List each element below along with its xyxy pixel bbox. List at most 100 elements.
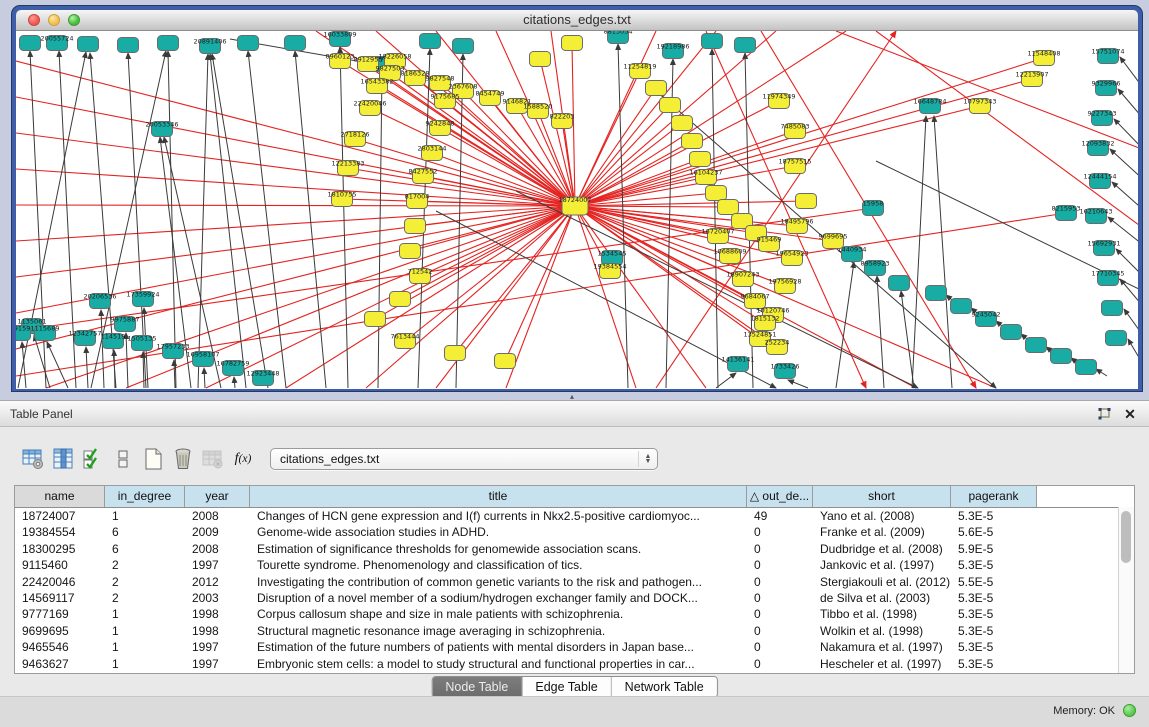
graph-node[interactable]: 17710345 xyxy=(1091,270,1124,286)
table-selector[interactable]: citations_edges.txt ▲▼ xyxy=(270,448,658,470)
graph-node[interactable] xyxy=(690,152,711,167)
graph-node[interactable] xyxy=(1026,338,1047,353)
graph-node[interactable]: 20053346 xyxy=(145,121,178,137)
column-header-title[interactable]: title xyxy=(250,486,747,507)
select-columns-icon[interactable] xyxy=(78,445,108,473)
graph-node[interactable]: 7485083 xyxy=(781,123,810,139)
graph-node[interactable]: 19218986 xyxy=(656,43,689,59)
table-row[interactable]: 2242004622012Investigating the contribut… xyxy=(15,574,1134,590)
graph-node[interactable]: 20206536 xyxy=(83,293,116,309)
graph-canvas[interactable]: 1872400720055724208914061603380978572248… xyxy=(16,31,1138,389)
graph-node[interactable]: 12923448 xyxy=(246,370,279,386)
graph-node[interactable]: 11548408 xyxy=(1027,50,1060,66)
graph-node[interactable] xyxy=(702,34,723,49)
graph-node[interactable] xyxy=(1051,349,1072,364)
graph-node[interactable] xyxy=(646,81,667,96)
graph-node[interactable] xyxy=(445,346,466,361)
close-panel-icon[interactable]: ✕ xyxy=(1121,406,1139,422)
graph-node[interactable] xyxy=(562,36,583,51)
table-row[interactable]: 977716911998Corpus callosum shape and si… xyxy=(15,606,1134,622)
graph-node[interactable] xyxy=(951,299,972,314)
graph-node[interactable]: 1505135 xyxy=(128,335,157,351)
row-tools-icon[interactable] xyxy=(108,445,138,473)
tab-node-table[interactable]: Node Table xyxy=(432,677,522,697)
table-row[interactable]: 969969511998Structural magnetic resonanc… xyxy=(15,623,1134,639)
column-header-in-degree[interactable]: in_degree xyxy=(105,486,185,507)
graph-node[interactable] xyxy=(1001,325,1022,340)
graph-node[interactable] xyxy=(118,38,139,53)
graph-node[interactable]: 12213383 xyxy=(331,160,364,176)
graph-node[interactable]: 20891406 xyxy=(193,38,226,54)
graph-node[interactable] xyxy=(405,219,426,234)
graph-node[interactable]: 9245042 xyxy=(972,311,1001,327)
graph-node[interactable]: 39159 xyxy=(16,325,31,341)
table-row[interactable]: 911546021997Tourette syndrome. Phenomeno… xyxy=(15,557,1134,573)
graph-hub-node[interactable]: 18724007 xyxy=(558,196,591,215)
table-column-icon[interactable] xyxy=(48,445,78,473)
graph-node[interactable]: 9699695 xyxy=(819,233,848,249)
column-header-pagerank[interactable]: pagerank xyxy=(951,486,1037,507)
graph-node[interactable]: 17359924 xyxy=(126,291,159,307)
graph-node[interactable] xyxy=(1106,331,1127,346)
graph-node[interactable] xyxy=(453,39,474,54)
delete-trash-icon[interactable] xyxy=(168,445,198,473)
graph-node[interactable] xyxy=(706,186,727,201)
graph-node[interactable] xyxy=(238,36,259,51)
window-titlebar[interactable]: citations_edges.txt xyxy=(16,10,1138,31)
graph-node[interactable]: 20055724 xyxy=(40,35,73,51)
tab-edge-table[interactable]: Edge Table xyxy=(522,677,611,697)
graph-node[interactable]: 9242848 xyxy=(426,120,455,136)
graph-node[interactable] xyxy=(682,134,703,149)
graph-node[interactable]: 7613444 xyxy=(391,333,420,349)
table-row[interactable]: 946362711997Embryonic stem cells: a mode… xyxy=(15,656,1134,672)
graph-node[interactable]: 17957233 xyxy=(156,343,189,359)
scrollbar-thumb[interactable] xyxy=(1121,511,1131,563)
graph-node[interactable] xyxy=(420,34,441,49)
graph-node[interactable] xyxy=(796,194,817,209)
table-row[interactable]: 946554611997Estimation of the future num… xyxy=(15,639,1134,655)
graph-node[interactable] xyxy=(530,52,551,67)
graph-node[interactable]: 15751074 xyxy=(1091,48,1124,64)
graph-node[interactable]: 11974349 xyxy=(762,93,795,109)
graph-node[interactable]: 16720407 xyxy=(701,228,734,244)
table-row[interactable]: 1456911722003Disruption of a novel membe… xyxy=(15,590,1134,606)
graph-node[interactable] xyxy=(1076,360,1097,375)
graph-node[interactable] xyxy=(400,244,421,259)
column-header-short[interactable]: short xyxy=(813,486,951,507)
graph-node[interactable] xyxy=(889,276,910,291)
graph-node[interactable]: 8215953 xyxy=(1052,205,1081,221)
column-header-name[interactable]: name xyxy=(15,486,105,507)
float-panel-icon[interactable] xyxy=(1095,406,1113,422)
graph-node[interactable]: 2718126 xyxy=(341,131,370,147)
graph-node[interactable]: 8960123 xyxy=(326,53,355,69)
graph-node[interactable]: 12444154 xyxy=(1083,173,1116,189)
graph-node[interactable]: 8813054 xyxy=(604,31,633,44)
graph-node[interactable]: 9227343 xyxy=(1088,110,1117,126)
graph-node[interactable]: 10797343 xyxy=(963,98,996,114)
graph-node[interactable]: 8454749 xyxy=(476,90,505,106)
table-settings-icon[interactable] xyxy=(18,445,48,473)
graph-node[interactable]: 15958 xyxy=(863,200,884,216)
function-builder-icon[interactable]: f(x) xyxy=(228,445,258,473)
graph-node[interactable] xyxy=(926,286,947,301)
graph-node[interactable] xyxy=(735,38,756,53)
new-table-icon[interactable] xyxy=(138,445,168,473)
graph-node[interactable]: 8958923 xyxy=(861,260,890,276)
graph-node[interactable]: 1810755 xyxy=(328,191,357,207)
graph-node[interactable] xyxy=(672,116,693,131)
graph-node[interactable]: 18757515 xyxy=(778,158,811,174)
graph-node[interactable] xyxy=(390,292,411,307)
graph-node[interactable]: 712542 xyxy=(408,268,433,284)
graph-node[interactable] xyxy=(495,354,516,369)
table-scrollbar[interactable] xyxy=(1118,507,1134,674)
graph-node[interactable] xyxy=(1102,301,1123,316)
graph-node[interactable]: 11254819 xyxy=(623,63,656,79)
graph-node[interactable]: 12213907 xyxy=(1015,71,1048,87)
tab-network-table[interactable]: Network Table xyxy=(612,677,717,697)
graph-node[interactable]: 14136141 xyxy=(721,356,754,372)
graph-node[interactable]: 9975887 xyxy=(111,316,140,332)
table-row[interactable]: 1872400712008Changes of HCN gene express… xyxy=(15,508,1134,524)
graph-node[interactable] xyxy=(78,37,99,52)
graph-node[interactable]: 19756928 xyxy=(768,278,801,294)
graph-node[interactable]: 1588520 xyxy=(524,103,553,119)
